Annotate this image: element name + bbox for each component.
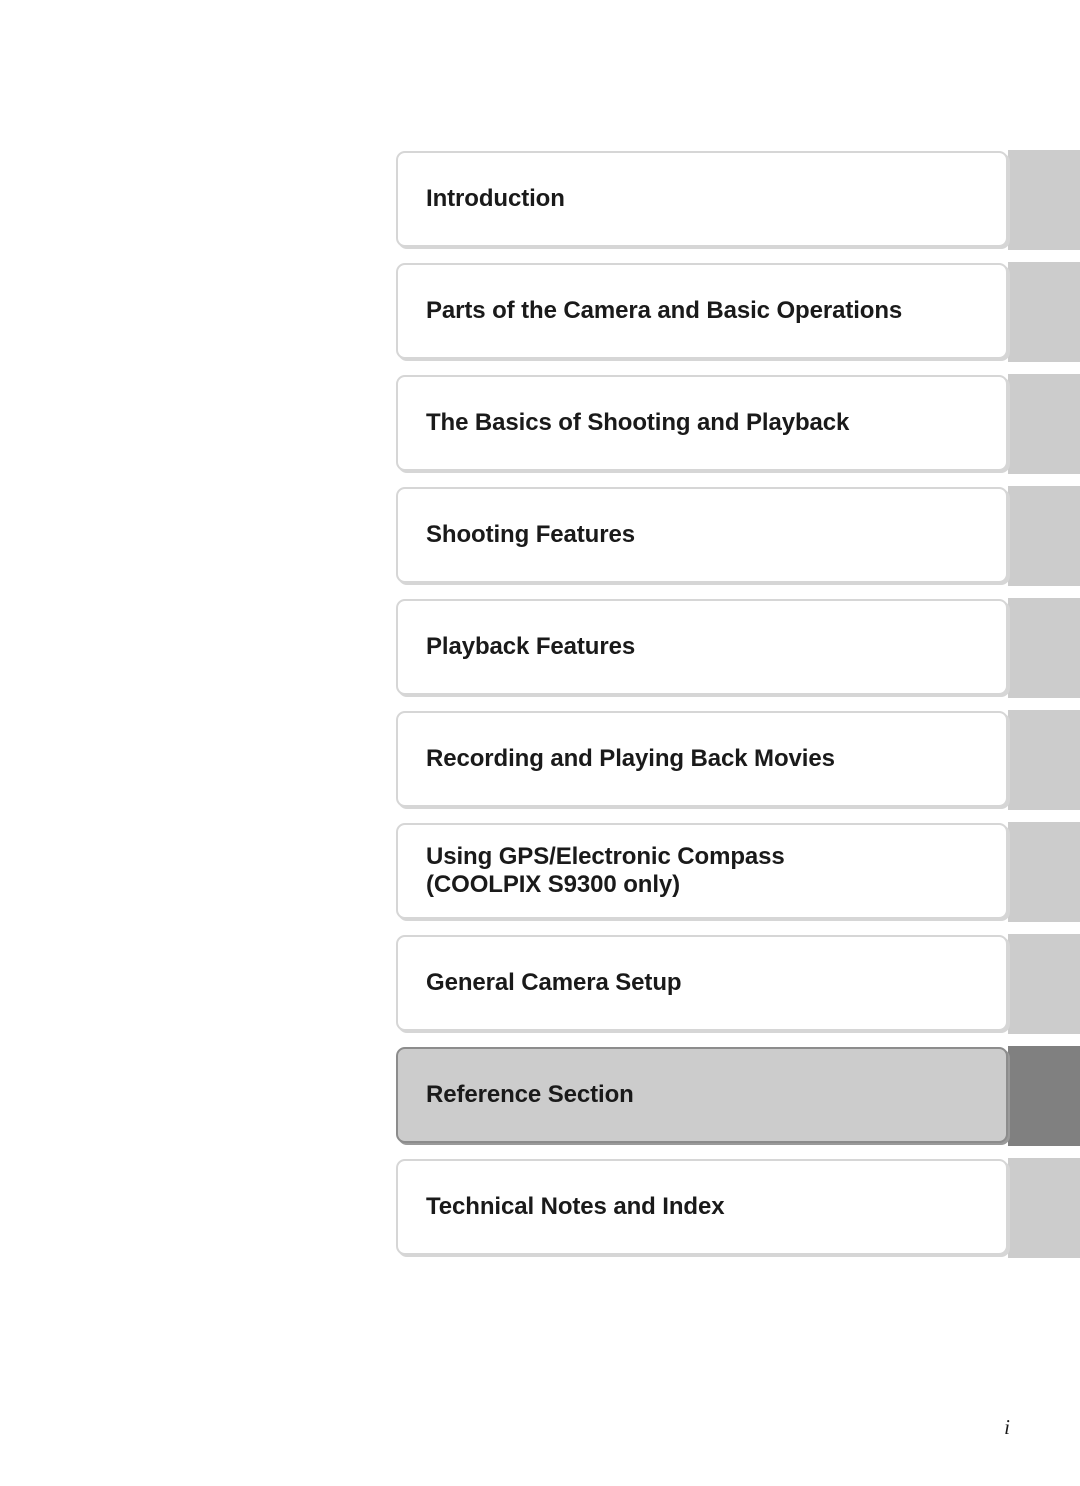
document-page: Introduction Parts of the Camera and Bas… <box>0 0 1080 1486</box>
chapter-label: Introduction <box>426 184 565 212</box>
chapter-row[interactable]: General Camera Setup <box>396 934 1080 1034</box>
chapter-row[interactable]: Using GPS/Electronic Compass (COOLPIX S9… <box>396 822 1080 922</box>
chapter-label: Shooting Features <box>426 520 635 548</box>
chapter-label: The Basics of Shooting and Playback <box>426 408 850 436</box>
chapter-box[interactable]: General Camera Setup <box>396 935 1008 1031</box>
chapter-row[interactable]: Playback Features <box>396 598 1080 698</box>
chapter-box[interactable]: Playback Features <box>396 599 1008 695</box>
chapter-index-tab[interactable] <box>1008 710 1080 810</box>
chapter-box[interactable]: Introduction <box>396 151 1008 247</box>
chapter-label: Using GPS/Electronic Compass (COOLPIX S9… <box>426 842 785 898</box>
chapter-label: Technical Notes and Index <box>426 1192 725 1220</box>
chapter-box[interactable]: Shooting Features <box>396 487 1008 583</box>
chapter-row-active[interactable]: Reference Section <box>396 1046 1080 1146</box>
chapter-box[interactable]: Using GPS/Electronic Compass (COOLPIX S9… <box>396 823 1008 919</box>
chapter-row[interactable]: Parts of the Camera and Basic Operations <box>396 262 1080 362</box>
chapter-index-tab[interactable] <box>1008 1046 1080 1146</box>
chapter-row[interactable]: The Basics of Shooting and Playback <box>396 374 1080 474</box>
chapter-row[interactable]: Technical Notes and Index <box>396 1158 1080 1258</box>
chapter-row[interactable]: Introduction <box>396 150 1080 250</box>
chapter-row[interactable]: Recording and Playing Back Movies <box>396 710 1080 810</box>
chapter-label: General Camera Setup <box>426 968 682 996</box>
chapter-box[interactable]: Technical Notes and Index <box>396 1159 1008 1255</box>
chapter-index-tab[interactable] <box>1008 262 1080 362</box>
chapter-index-tab[interactable] <box>1008 374 1080 474</box>
chapter-box[interactable]: Recording and Playing Back Movies <box>396 711 1008 807</box>
page-number: i <box>1004 1415 1010 1439</box>
chapter-box[interactable]: Reference Section <box>396 1047 1008 1143</box>
chapter-label: Recording and Playing Back Movies <box>426 744 835 772</box>
chapter-index-tab[interactable] <box>1008 150 1080 250</box>
chapter-label: Playback Features <box>426 632 636 660</box>
chapter-label: Parts of the Camera and Basic Operations <box>426 296 903 324</box>
chapter-index-tab[interactable] <box>1008 1158 1080 1258</box>
chapter-label: Reference Section <box>426 1080 634 1108</box>
chapter-tab-list: Introduction Parts of the Camera and Bas… <box>396 150 1080 1270</box>
chapter-index-tab[interactable] <box>1008 486 1080 586</box>
chapter-box[interactable]: Parts of the Camera and Basic Operations <box>396 263 1008 359</box>
chapter-index-tab[interactable] <box>1008 822 1080 922</box>
chapter-box[interactable]: The Basics of Shooting and Playback <box>396 375 1008 471</box>
chapter-index-tab[interactable] <box>1008 598 1080 698</box>
chapter-index-tab[interactable] <box>1008 934 1080 1034</box>
chapter-row[interactable]: Shooting Features <box>396 486 1080 586</box>
